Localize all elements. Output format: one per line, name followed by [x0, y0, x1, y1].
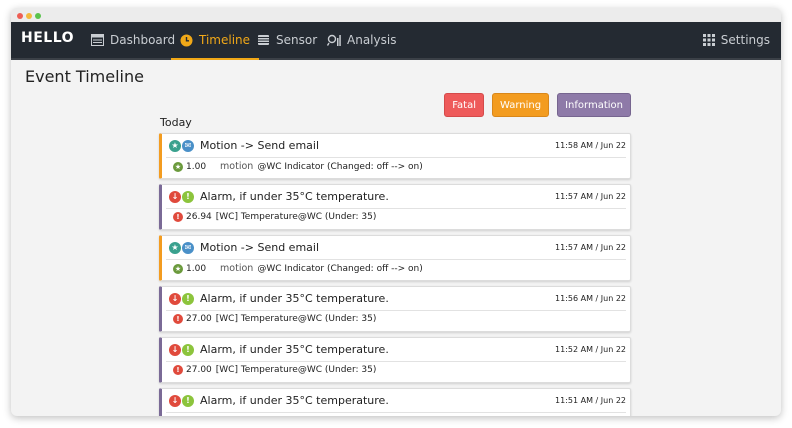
event-divider [166, 361, 626, 362]
event-value: 1.00 [186, 161, 207, 172]
filter-information-button[interactable]: Information [557, 93, 631, 117]
event-divider [166, 208, 626, 209]
event-header: ★ ✉ Motion -> Send email 11:58 AM / Jun 22 [169, 138, 626, 153]
brand-logo[interactable]: HELLO [21, 30, 74, 46]
event-time: 11:51 AM / Jun 22 [555, 396, 626, 405]
event-card[interactable]: ↓! Alarm, if under 35°C temperature. 11:51… [159, 388, 631, 416]
event-header: ↓! Alarm, if under 35°C temperature. 11:51… [169, 393, 626, 408]
alert-icon: ! [182, 292, 194, 305]
motion-small-icon: ★ [173, 263, 183, 274]
nav-dashboard[interactable]: Dashboard [91, 22, 175, 58]
event-detail-text: @WC Indicator (Changed: off --> on) [257, 161, 423, 172]
event-detail-text: [WC] Temperature@WC (Under: 35) [215, 365, 377, 375]
thermometer-icon: ↓ [169, 292, 181, 305]
email-icon: ✉ [182, 241, 194, 254]
filter-fatal-button[interactable]: Fatal [444, 93, 484, 117]
event-card[interactable]: ★ ✉ Motion -> Send email 11:58 AM / Jun 22 ★… [159, 133, 631, 179]
event-time: 11:57 AM / Jun 22 [555, 243, 626, 252]
alert-icon: ! [182, 343, 194, 356]
thermometer-small-icon: ! [173, 212, 183, 222]
event-title: Alarm, if under 35°C temperature. [200, 292, 389, 305]
event-time: 11:57 AM / Jun 22 [555, 192, 626, 201]
analysis-icon [327, 34, 341, 46]
event-title: Alarm, if under 35°C temperature. [200, 343, 389, 356]
event-time: 11:56 AM / Jun 22 [555, 294, 626, 303]
event-kind: motion [220, 263, 254, 274]
alert-icon: ! [182, 394, 194, 407]
nav-timeline[interactable]: Timeline [171, 22, 260, 60]
event-divider [166, 157, 626, 158]
nav-analysis[interactable]: Analysis [327, 22, 396, 58]
event-badges: ↓! [169, 292, 194, 305]
minimize-window-button[interactable] [26, 13, 32, 19]
maximize-window-button[interactable] [35, 13, 41, 19]
alert-icon: ! [182, 190, 194, 203]
event-badges: ↓! [169, 394, 194, 407]
motion-small-icon: ★ [173, 161, 183, 172]
event-value: 26.94 [186, 212, 212, 222]
clock-icon [180, 34, 193, 47]
event-badges: ★ ✉ [169, 139, 194, 152]
window-titlebar [11, 8, 781, 22]
event-value: 27.00 [186, 314, 212, 324]
sensor-icon [257, 34, 270, 46]
event-detail: ★ 1.00 motion @WC Indicator (Changed: off -… [173, 263, 423, 274]
group-label-today: Today [160, 116, 192, 129]
severity-filters: Fatal Warning Information [444, 93, 631, 117]
page-title: Event Timeline [25, 67, 144, 86]
app-window: HELLO Dashboard Timeline Sensor Analysis [11, 8, 781, 416]
event-header: ★ ✉ Motion -> Send email 11:57 AM / Jun 22 [169, 240, 626, 255]
event-card[interactable]: ↓! Alarm, if under 35°C temperature. 11:52… [159, 337, 631, 383]
event-card[interactable]: ★ ✉ Motion -> Send email 11:57 AM / Jun 22 ★… [159, 235, 631, 281]
event-detail: ! 27.00 [WC] Temperature@WC (Under: 35) [173, 365, 376, 375]
event-list: ★ ✉ Motion -> Send email 11:58 AM / Jun 22 ★… [159, 133, 631, 416]
event-kind: motion [220, 161, 254, 172]
event-detail-text: [WC] Temperature@WC (Under: 35) [215, 314, 377, 324]
thermometer-small-icon: ! [173, 365, 183, 375]
event-value: 1.00 [186, 263, 207, 274]
thermometer-icon: ↓ [169, 394, 181, 407]
nav-settings-label: Settings [720, 33, 770, 47]
close-window-button[interactable] [17, 13, 23, 19]
motion-runner-icon: ★ [169, 139, 181, 152]
event-divider [166, 412, 626, 413]
event-detail-text: @WC Indicator (Changed: off --> on) [257, 263, 423, 274]
event-card[interactable]: ↓! Alarm, if under 35°C temperature. 11:56… [159, 286, 631, 332]
event-header: ↓! Alarm, if under 35°C temperature. 11:56… [169, 291, 626, 306]
nav-settings[interactable]: Settings [702, 22, 770, 58]
email-icon: ✉ [182, 139, 194, 152]
event-card[interactable]: ↓! Alarm, if under 35°C temperature. 11:57… [159, 184, 631, 230]
event-title: Motion -> Send email [200, 139, 320, 152]
event-detail: ! 27.00 [WC] Temperature@WC (Under: 35) [173, 314, 376, 324]
event-title: Alarm, if under 35°C temperature. [200, 394, 389, 407]
event-divider [166, 259, 626, 260]
event-title: Alarm, if under 35°C temperature. [200, 190, 389, 203]
nav-sensor-label: Sensor [276, 33, 318, 47]
event-value: 27.00 [186, 365, 212, 375]
nav-dashboard-label: Dashboard [110, 33, 176, 47]
thermometer-icon: ↓ [169, 343, 181, 356]
event-badges: ↓! [169, 343, 194, 356]
nav-analysis-label: Analysis [347, 33, 397, 47]
event-detail: ! 26.94 [WC] Temperature@WC (Under: 35) [173, 212, 376, 222]
nav-sensor[interactable]: Sensor [257, 22, 317, 58]
event-header: ↓! Alarm, if under 35°C temperature. 11:52… [169, 342, 626, 357]
event-badges: ★ ✉ [169, 241, 194, 254]
top-navbar: HELLO Dashboard Timeline Sensor Analysis [11, 22, 781, 60]
event-header: ↓! Alarm, if under 35°C temperature. 11:57… [169, 189, 626, 204]
event-time: 11:52 AM / Jun 22 [555, 345, 626, 354]
motion-runner-icon: ★ [169, 241, 181, 254]
thermometer-small-icon: ! [173, 314, 183, 324]
filter-warning-button[interactable]: Warning [491, 93, 550, 117]
thermometer-icon: ↓ [169, 190, 181, 203]
event-title: Motion -> Send email [200, 241, 320, 254]
grid-icon [702, 34, 715, 46]
event-badges: ↓! [169, 190, 194, 203]
event-time: 11:58 AM / Jun 22 [555, 141, 626, 150]
nav-timeline-label: Timeline [199, 33, 251, 47]
dashboard-icon [91, 34, 104, 46]
event-detail-text: [WC] Temperature@WC (Under: 35) [215, 212, 377, 222]
event-divider [166, 310, 626, 311]
event-detail: ★ 1.00 motion @WC Indicator (Changed: off -… [173, 161, 423, 172]
